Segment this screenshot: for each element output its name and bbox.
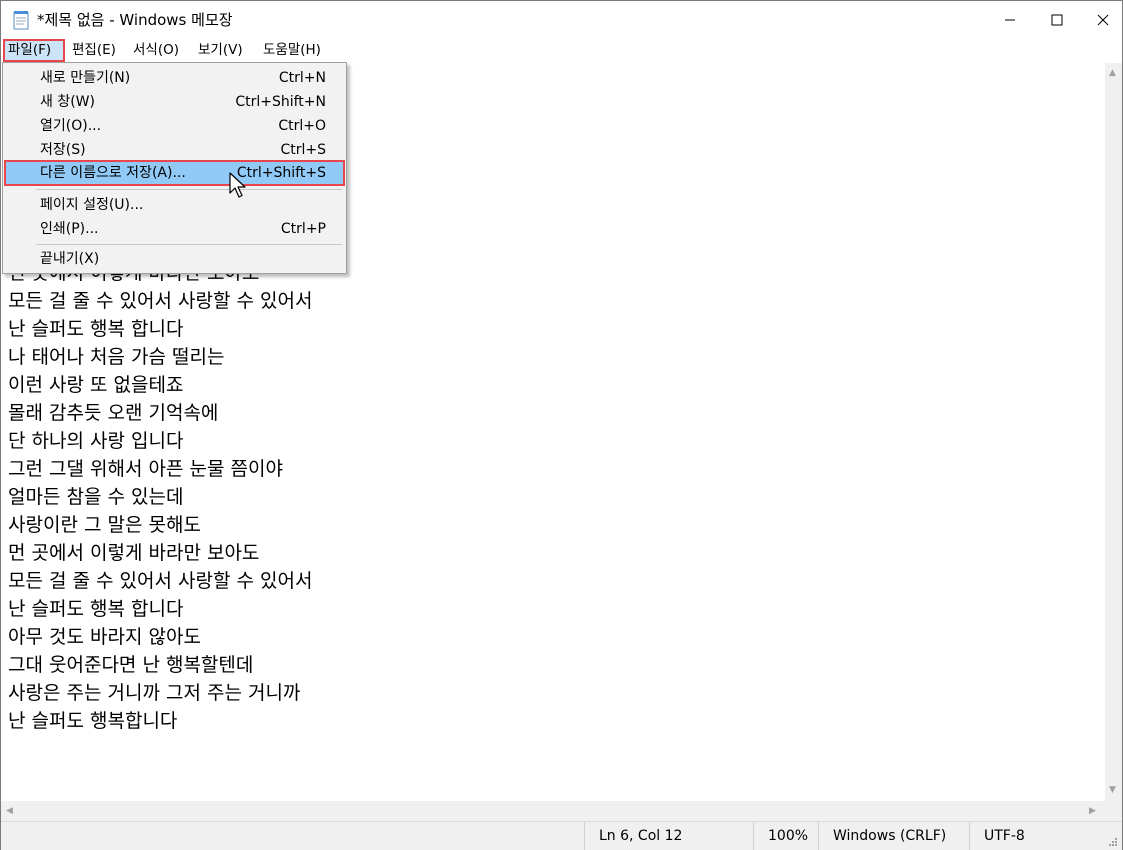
text-line: 모든 걸 줄 수 있어서 사랑할 수 있어서 xyxy=(8,570,313,592)
resize-grip-icon[interactable] xyxy=(1108,837,1118,847)
status-encoding: UTF-8 xyxy=(969,822,1099,850)
menu-item-open[interactable]: 열기(O)... Ctrl+O xyxy=(5,114,344,138)
menu-item-shortcut: Ctrl+N xyxy=(278,70,326,86)
menu-item-print[interactable]: 인쇄(P)... Ctrl+P xyxy=(5,217,344,241)
menu-item-label: 열기(O)... xyxy=(40,118,102,134)
close-button[interactable] xyxy=(1080,1,1123,38)
menu-item-label: 인쇄(P)... xyxy=(40,221,99,237)
text-line: 단 하나의 사랑 입니다 xyxy=(8,430,184,452)
text-line: 몰래 감추듯 오랜 기억속에 xyxy=(8,402,219,424)
menu-item-save[interactable]: 저장(S) Ctrl+S xyxy=(5,138,344,162)
status-bar: Ln 6, Col 12 100% Windows (CRLF) UTF-8 xyxy=(1,821,1122,850)
text-line: 먼 곳에서 이렇게 바라만 보아도 xyxy=(8,542,260,564)
text-line: 이런 사랑 또 없을테죠 xyxy=(8,374,184,396)
menu-edit[interactable]: 편집(E) xyxy=(68,40,120,61)
text-line: 그대 웃어준다면 난 행복할텐데 xyxy=(8,654,254,676)
status-line-ending: Windows (CRLF) xyxy=(818,822,969,850)
menu-item-shortcut: Ctrl+O xyxy=(278,118,326,134)
scroll-up-icon[interactable]: ▲ xyxy=(1109,68,1116,78)
menu-item-page-setup[interactable]: 페이지 설정(U)... xyxy=(5,193,344,217)
menu-item-label: 새 창(W) xyxy=(40,94,95,110)
menu-item-new[interactable]: 새로 만들기(N) Ctrl+N xyxy=(5,66,344,90)
title-bar: *제목 없음 - Windows 메모장 xyxy=(1,1,1122,38)
scrollbar-corner xyxy=(1105,801,1122,821)
menu-item-label: 다른 이름으로 저장(A)... xyxy=(40,165,186,181)
window-title: *제목 없음 - Windows 메모장 xyxy=(37,11,233,29)
text-line: 나 태어나 처음 가슴 떨리는 xyxy=(8,346,225,368)
menu-view[interactable]: 보기(V) xyxy=(194,40,247,61)
text-line: 그런 그댈 위해서 아픈 눈물 쯤이야 xyxy=(8,458,283,480)
close-icon xyxy=(1097,14,1109,25)
text-line: 얼마든 참을 수 있는데 xyxy=(8,486,184,508)
menu-separator xyxy=(36,244,342,245)
scroll-down-icon[interactable]: ▼ xyxy=(1109,785,1116,795)
menu-bar: 파일(F) 편집(E) 서식(O) 보기(V) 도움말(H) xyxy=(1,38,1122,63)
menu-item-new-window[interactable]: 새 창(W) Ctrl+Shift+N xyxy=(5,90,344,114)
horizontal-scrollbar[interactable]: ◀ ▶ xyxy=(1,801,1105,821)
scroll-left-icon[interactable]: ◀ xyxy=(6,806,13,816)
menu-item-shortcut: Ctrl+P xyxy=(280,221,326,237)
file-dropdown-menu: 새로 만들기(N) Ctrl+N 새 창(W) Ctrl+Shift+N 열기(… xyxy=(2,62,347,274)
text-line: 난 슬퍼도 행복합니다 xyxy=(8,710,178,732)
text-line: 아무 것도 바라지 않아도 xyxy=(8,626,201,648)
notepad-icon xyxy=(13,11,29,30)
mouse-pointer-icon xyxy=(229,172,246,198)
text-line: 사랑이란 그 말은 못해도 xyxy=(8,514,201,536)
menu-item-shortcut: Ctrl+Shift+N xyxy=(235,94,326,110)
menu-item-label: 끝내기(X) xyxy=(40,251,100,267)
menu-item-label: 페이지 설정(U)... xyxy=(40,197,144,213)
maximize-icon xyxy=(1051,14,1063,25)
status-zoom: 100% xyxy=(753,822,818,850)
menu-separator xyxy=(36,189,342,190)
minimize-icon xyxy=(1005,19,1015,20)
menu-help[interactable]: 도움말(H) xyxy=(259,40,325,61)
menu-item-save-as[interactable]: 다른 이름으로 저장(A)... Ctrl+Shift+S xyxy=(4,160,345,186)
menu-item-label: 저장(S) xyxy=(40,142,86,158)
status-position: Ln 6, Col 12 xyxy=(584,822,753,850)
menu-file[interactable]: 파일(F) xyxy=(3,39,65,62)
minimize-button[interactable] xyxy=(987,1,1033,38)
scroll-right-icon[interactable]: ▶ xyxy=(1089,806,1096,816)
vertical-scrollbar[interactable]: ▲ ▼ xyxy=(1105,63,1122,801)
text-line: 사랑은 주는 거니까 그저 주는 거니까 xyxy=(8,682,301,704)
text-line: 난 슬퍼도 행복 합니다 xyxy=(8,318,184,340)
menu-item-shortcut: Ctrl+S xyxy=(280,142,326,158)
menu-item-label: 새로 만들기(N) xyxy=(40,70,131,86)
maximize-button[interactable] xyxy=(1034,1,1080,38)
menu-item-exit[interactable]: 끝내기(X) xyxy=(5,247,344,271)
text-line: 난 슬퍼도 행복 합니다 xyxy=(8,598,184,620)
menu-format[interactable]: 서식(O) xyxy=(129,40,183,61)
menu-item-shortcut: Ctrl+Shift+S xyxy=(236,165,326,181)
text-line: 모든 걸 줄 수 있어서 사랑할 수 있어서 xyxy=(8,290,313,312)
